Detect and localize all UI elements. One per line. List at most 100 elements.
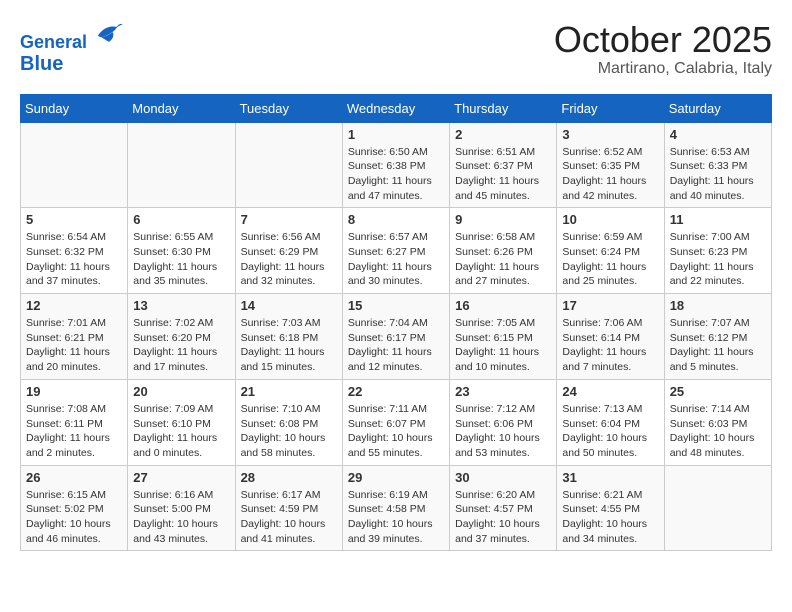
day-info: Sunrise: 6:56 AM Sunset: 6:29 PM Dayligh… <box>241 230 337 289</box>
calendar-cell: 4 Sunrise: 6:53 AM Sunset: 6:33 PM Daylig… <box>664 122 771 208</box>
day-number: 23 <box>455 384 551 399</box>
calendar-cell: 14Sunrise: 7:03 AM Sunset: 6:18 PM Dayli… <box>235 294 342 380</box>
day-number: 18 <box>670 298 766 313</box>
day-number: 6 <box>133 212 229 227</box>
calendar-cell: 24Sunrise: 7:13 AM Sunset: 6:04 PM Dayli… <box>557 379 664 465</box>
day-info: Sunrise: 6:55 AM Sunset: 6:30 PM Dayligh… <box>133 230 229 289</box>
day-info: Sunrise: 7:01 AM Sunset: 6:21 PM Dayligh… <box>26 316 122 375</box>
calendar-cell: 31 Sunrise: 6:21 AM Sunset: 4:55 PM Dayli… <box>557 465 664 551</box>
day-number: 12 <box>26 298 122 313</box>
calendar-cell: 2Sunrise: 6:51 AM Sunset: 6:37 PM Daylig… <box>450 122 557 208</box>
calendar-cell: 5 Sunrise: 6:54 AM Sunset: 6:32 PM Daylig… <box>21 208 128 294</box>
day-number: 14 <box>241 298 337 313</box>
day-info: Sunrise: 7:10 AM Sunset: 6:08 PM Dayligh… <box>241 402 337 461</box>
day-number: 16 <box>455 298 551 313</box>
day-info: Sunrise: 6:58 AM Sunset: 6:26 PM Dayligh… <box>455 230 551 289</box>
day-number: 17 <box>562 298 658 313</box>
calendar-cell: 7 Sunrise: 6:56 AM Sunset: 6:29 PM Daylig… <box>235 208 342 294</box>
day-info: Sunrise: 7:06 AM Sunset: 6:14 PM Dayligh… <box>562 316 658 375</box>
day-info: Sunrise: 6:15 AM Sunset: 5:02 PM Dayligh… <box>26 488 122 547</box>
calendar-cell: 19Sunrise: 7:08 AM Sunset: 6:11 PM Dayli… <box>21 379 128 465</box>
calendar-cell: 12 Sunrise: 7:01 AM Sunset: 6:21 PM Dayli… <box>21 294 128 380</box>
day-info: Sunrise: 6:17 AM Sunset: 4:59 PM Dayligh… <box>241 488 337 547</box>
day-number: 4 <box>670 127 766 142</box>
header-saturday: Saturday <box>664 94 771 122</box>
calendar-cell: 9 Sunrise: 6:58 AM Sunset: 6:26 PM Daylig… <box>450 208 557 294</box>
logo-text: General <box>20 20 124 53</box>
header-thursday: Thursday <box>450 94 557 122</box>
header-sunday: Sunday <box>21 94 128 122</box>
day-number: 15 <box>348 298 444 313</box>
logo-blue: Blue <box>20 53 124 75</box>
day-info: Sunrise: 6:20 AM Sunset: 4:57 PM Dayligh… <box>455 488 551 547</box>
day-info: Sunrise: 7:05 AM Sunset: 6:15 PM Dayligh… <box>455 316 551 375</box>
calendar-cell: 6 Sunrise: 6:55 AM Sunset: 6:30 PM Daylig… <box>128 208 235 294</box>
day-number: 10 <box>562 212 658 227</box>
day-info: Sunrise: 6:54 AM Sunset: 6:32 PM Dayligh… <box>26 230 122 289</box>
location: Martirano, Calabria, Italy <box>554 60 772 78</box>
calendar-cell: 28 Sunrise: 6:17 AM Sunset: 4:59 PM Dayli… <box>235 465 342 551</box>
calendar-cell: 11 Sunrise: 7:00 AM Sunset: 6:23 PM Dayli… <box>664 208 771 294</box>
day-number: 1 <box>348 127 444 142</box>
week-row-1: 5 Sunrise: 6:54 AM Sunset: 6:32 PM Daylig… <box>21 208 772 294</box>
day-info: Sunrise: 6:50 AM Sunset: 6:38 PM Dayligh… <box>348 145 444 204</box>
day-number: 27 <box>133 470 229 485</box>
day-number: 9 <box>455 212 551 227</box>
day-info: Sunrise: 6:59 AM Sunset: 6:24 PM Dayligh… <box>562 230 658 289</box>
day-info: Sunrise: 7:08 AM Sunset: 6:11 PM Dayligh… <box>26 402 122 461</box>
day-number: 8 <box>348 212 444 227</box>
week-row-0: 1 Sunrise: 6:50 AM Sunset: 6:38 PM Daylig… <box>21 122 772 208</box>
day-number: 28 <box>241 470 337 485</box>
month-title: October 2025 <box>554 20 772 60</box>
calendar-cell: 1 Sunrise: 6:50 AM Sunset: 6:38 PM Daylig… <box>342 122 449 208</box>
calendar-cell: 8 Sunrise: 6:57 AM Sunset: 6:27 PM Daylig… <box>342 208 449 294</box>
calendar-cell: 20Sunrise: 7:09 AM Sunset: 6:10 PM Dayli… <box>128 379 235 465</box>
calendar-cell <box>128 122 235 208</box>
calendar-cell: 29 Sunrise: 6:19 AM Sunset: 4:58 PM Dayli… <box>342 465 449 551</box>
calendar-cell: 15 Sunrise: 7:04 AM Sunset: 6:17 PM Dayli… <box>342 294 449 380</box>
day-info: Sunrise: 7:13 AM Sunset: 6:04 PM Dayligh… <box>562 402 658 461</box>
day-info: Sunrise: 7:00 AM Sunset: 6:23 PM Dayligh… <box>670 230 766 289</box>
day-info: Sunrise: 6:19 AM Sunset: 4:58 PM Dayligh… <box>348 488 444 547</box>
day-number: 11 <box>670 212 766 227</box>
day-info: Sunrise: 7:02 AM Sunset: 6:20 PM Dayligh… <box>133 316 229 375</box>
calendar-cell: 13Sunrise: 7:02 AM Sunset: 6:20 PM Dayli… <box>128 294 235 380</box>
calendar-cell: 18 Sunrise: 7:07 AM Sunset: 6:12 PM Dayli… <box>664 294 771 380</box>
week-row-2: 12 Sunrise: 7:01 AM Sunset: 6:21 PM Dayli… <box>21 294 772 380</box>
calendar-cell <box>664 465 771 551</box>
day-number: 21 <box>241 384 337 399</box>
day-info: Sunrise: 7:12 AM Sunset: 6:06 PM Dayligh… <box>455 402 551 461</box>
day-info: Sunrise: 6:57 AM Sunset: 6:27 PM Dayligh… <box>348 230 444 289</box>
calendar-cell <box>235 122 342 208</box>
calendar-cell: 17 Sunrise: 7:06 AM Sunset: 6:14 PM Dayli… <box>557 294 664 380</box>
day-number: 30 <box>455 470 551 485</box>
day-info: Sunrise: 7:04 AM Sunset: 6:17 PM Dayligh… <box>348 316 444 375</box>
day-info: Sunrise: 6:21 AM Sunset: 4:55 PM Dayligh… <box>562 488 658 547</box>
day-info: Sunrise: 7:07 AM Sunset: 6:12 PM Dayligh… <box>670 316 766 375</box>
logo: General Blue <box>20 20 124 75</box>
day-info: Sunrise: 7:14 AM Sunset: 6:03 PM Dayligh… <box>670 402 766 461</box>
day-info: Sunrise: 6:53 AM Sunset: 6:33 PM Dayligh… <box>670 145 766 204</box>
day-number: 3 <box>562 127 658 142</box>
day-number: 20 <box>133 384 229 399</box>
calendar-cell <box>21 122 128 208</box>
logo-bird-icon <box>94 20 124 48</box>
day-number: 22 <box>348 384 444 399</box>
calendar-cell: 26Sunrise: 6:15 AM Sunset: 5:02 PM Dayli… <box>21 465 128 551</box>
calendar-header-row: SundayMondayTuesdayWednesdayThursdayFrid… <box>21 94 772 122</box>
calendar-cell: 25Sunrise: 7:14 AM Sunset: 6:03 PM Dayli… <box>664 379 771 465</box>
week-row-4: 26Sunrise: 6:15 AM Sunset: 5:02 PM Dayli… <box>21 465 772 551</box>
header-wednesday: Wednesday <box>342 94 449 122</box>
day-number: 31 <box>562 470 658 485</box>
calendar-cell: 23 Sunrise: 7:12 AM Sunset: 6:06 PM Dayli… <box>450 379 557 465</box>
calendar-cell: 30 Sunrise: 6:20 AM Sunset: 4:57 PM Dayli… <box>450 465 557 551</box>
day-number: 5 <box>26 212 122 227</box>
day-number: 7 <box>241 212 337 227</box>
title-block: October 2025 Martirano, Calabria, Italy <box>554 20 772 78</box>
day-number: 2 <box>455 127 551 142</box>
calendar-cell: 16 Sunrise: 7:05 AM Sunset: 6:15 PM Dayli… <box>450 294 557 380</box>
day-number: 29 <box>348 470 444 485</box>
day-info: Sunrise: 7:11 AM Sunset: 6:07 PM Dayligh… <box>348 402 444 461</box>
week-row-3: 19Sunrise: 7:08 AM Sunset: 6:11 PM Dayli… <box>21 379 772 465</box>
calendar-cell: 3Sunrise: 6:52 AM Sunset: 6:35 PM Daylig… <box>557 122 664 208</box>
